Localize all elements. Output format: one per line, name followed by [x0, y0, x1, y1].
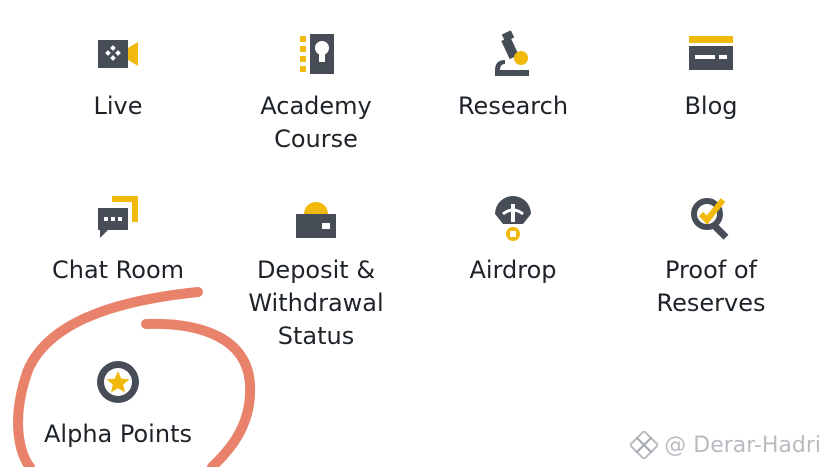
watermark-text: @ Derar-Hadri: [664, 432, 821, 458]
chat-bubble-icon: [98, 196, 138, 238]
tile-label: Live: [93, 92, 143, 120]
tile-label: Alpha Points: [44, 420, 192, 448]
tile-proof-of-reserves[interactable]: Proof of Reserves: [611, 194, 811, 320]
tile-label: Chat Room: [51, 256, 185, 284]
alpha-star-icon: [97, 361, 139, 403]
tile-label: Blog: [684, 92, 738, 120]
deposit-withdrawal-icon: [296, 202, 336, 238]
tile-label: Proof of Reserves: [656, 256, 766, 317]
tile-label: Deposit & Withdrawal Status: [248, 256, 384, 350]
tile-label: Airdrop: [469, 256, 557, 284]
tile-alpha-points[interactable]: Alpha Points: [18, 358, 218, 451]
watermark: @ Derar-Hadri: [630, 431, 821, 459]
tile-deposit-withdrawal-status[interactable]: Deposit & Withdrawal Status: [216, 194, 416, 353]
research-microscope-icon: [495, 30, 529, 76]
tile-academy-course[interactable]: Academy Course: [216, 30, 416, 156]
tile-live[interactable]: Live: [18, 30, 218, 123]
academy-book-icon: [300, 34, 334, 74]
tile-airdrop[interactable]: Airdrop: [413, 194, 613, 287]
tile-chat-room[interactable]: Chat Room: [18, 194, 218, 287]
proof-magnifier-icon: [691, 198, 729, 240]
tile-blog[interactable]: Blog: [611, 30, 811, 123]
live-camera-icon: [98, 40, 138, 68]
tile-research[interactable]: Research: [413, 30, 613, 123]
binance-diamond-icon: [630, 431, 659, 459]
tile-label: Academy Course: [260, 92, 372, 153]
blog-card-icon: [689, 36, 733, 70]
airdrop-parachute-icon: [495, 196, 531, 241]
tile-label: Research: [457, 92, 569, 120]
